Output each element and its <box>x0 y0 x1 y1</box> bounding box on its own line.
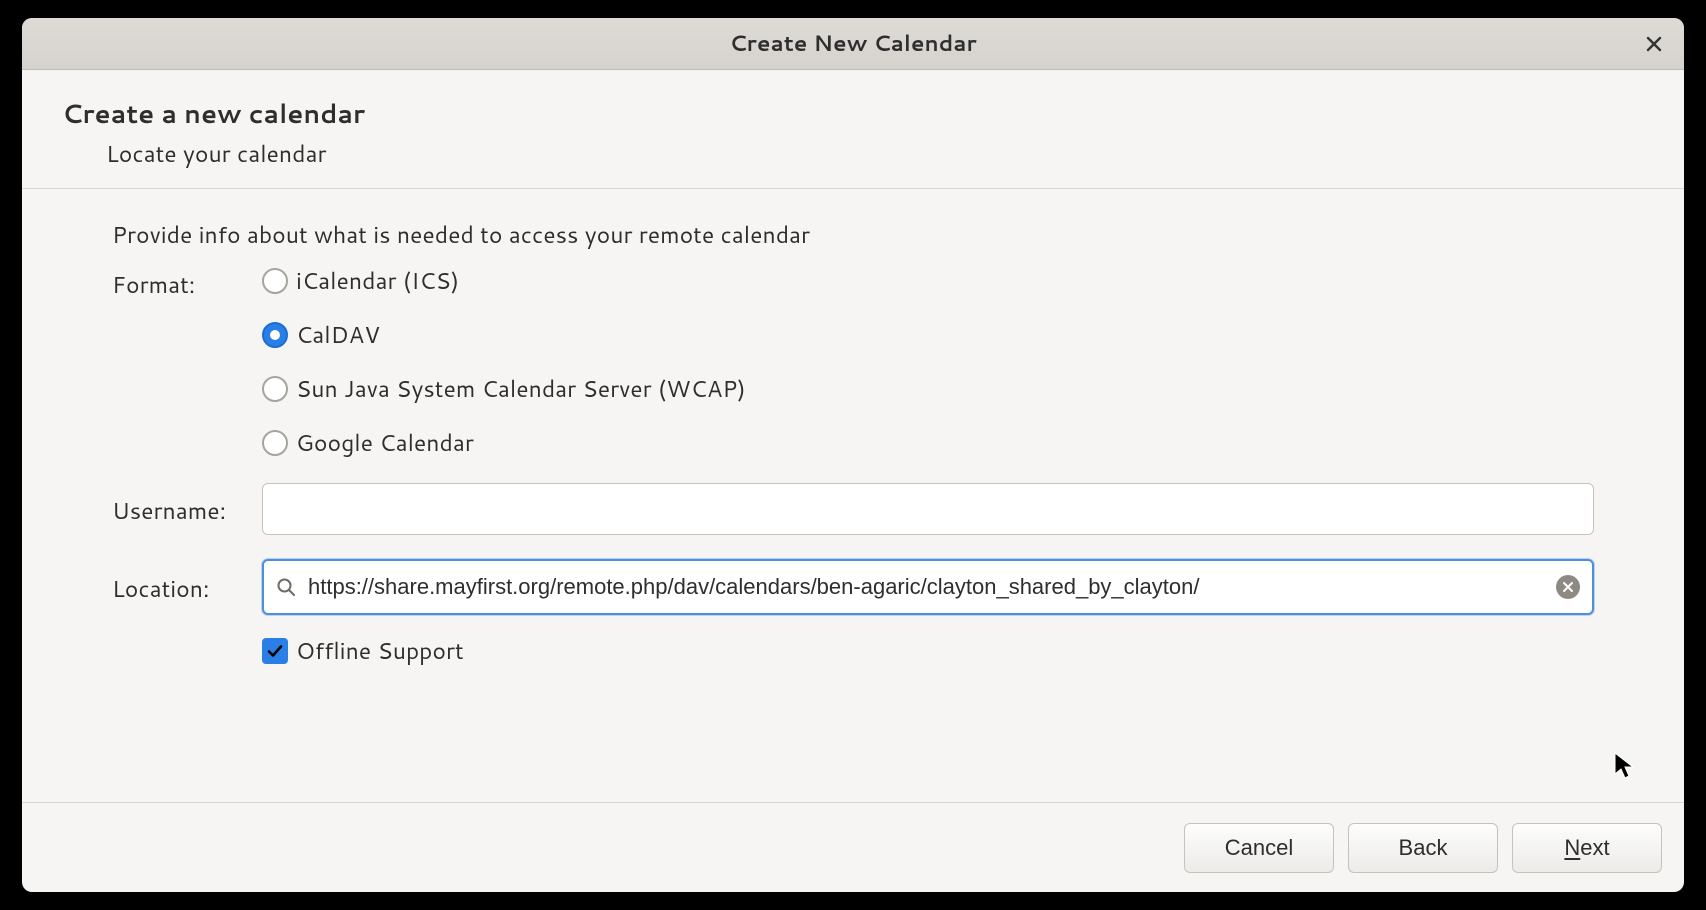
page-subtitle: Locate your calendar <box>62 138 1644 170</box>
radio-label: CalDAV <box>296 319 380 351</box>
offline-row: Offline Support <box>112 635 1594 667</box>
radio-icon <box>262 430 288 456</box>
clear-icon[interactable] <box>1556 575 1580 599</box>
titlebar: Create New Calendar <box>22 18 1684 70</box>
button-label: Cancel <box>1225 835 1293 861</box>
format-radio-group: iCalendar (ICS) CalDAV Sun Java System C… <box>262 265 746 459</box>
search-icon <box>276 577 298 597</box>
button-label: Back <box>1399 835 1448 861</box>
radio-label: Sun Java System Calendar Server (WCAP) <box>296 373 746 405</box>
button-label: Next <box>1564 835 1609 861</box>
format-radio-caldav[interactable]: CalDAV <box>262 319 746 351</box>
location-field[interactable] <box>308 561 1546 613</box>
dialog-header: Create a new calendar Locate your calend… <box>22 70 1684 189</box>
cancel-button[interactable]: Cancel <box>1184 823 1334 873</box>
checkbox-icon <box>262 638 288 664</box>
checkbox-label: Offline Support <box>296 635 464 667</box>
username-field[interactable] <box>262 483 1594 535</box>
dialog-content: Provide info about what is needed to acc… <box>22 189 1684 802</box>
spacer <box>112 635 262 639</box>
radio-icon <box>262 376 288 402</box>
close-icon[interactable] <box>1642 32 1666 56</box>
radio-icon <box>262 268 288 294</box>
instructions-text: Provide info about what is needed to acc… <box>112 219 1594 251</box>
format-label: Format: <box>112 265 262 301</box>
dialog-footer: Cancel Back Next <box>22 802 1684 892</box>
offline-support-checkbox[interactable]: Offline Support <box>262 635 464 667</box>
username-row: Username: <box>112 483 1594 535</box>
back-button[interactable]: Back <box>1348 823 1498 873</box>
next-button[interactable]: Next <box>1512 823 1662 873</box>
format-radio-wcap[interactable]: Sun Java System Calendar Server (WCAP) <box>262 373 746 405</box>
radio-icon <box>262 322 288 348</box>
radio-label: iCalendar (ICS) <box>296 265 459 297</box>
format-row: Format: iCalendar (ICS) CalDAV Sun Java … <box>112 265 1594 459</box>
location-label: Location: <box>112 569 262 605</box>
dialog-window: Create New Calendar Create a new calenda… <box>22 18 1684 892</box>
radio-label: Google Calendar <box>296 427 474 459</box>
window-title: Create New Calendar <box>729 28 976 59</box>
location-field-wrapper <box>262 559 1594 615</box>
format-radio-google[interactable]: Google Calendar <box>262 427 746 459</box>
location-row: Location: <box>112 559 1594 615</box>
format-radio-icalendar[interactable]: iCalendar (ICS) <box>262 265 746 297</box>
page-title: Create a new calendar <box>62 96 1644 132</box>
username-label: Username: <box>112 491 262 527</box>
